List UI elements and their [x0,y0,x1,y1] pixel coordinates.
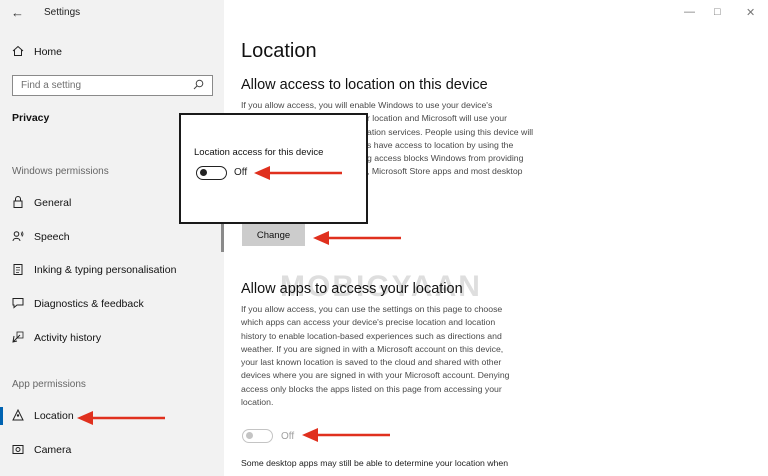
sidebar-item-label: Home [34,46,63,58]
device-location-toggle[interactable] [196,166,227,180]
sidebar-item-label: Activity history [34,332,102,344]
footer-text: Some desktop apps may still be able to d… [241,458,509,468]
popup-toggle-state: Off [234,167,248,178]
description-line: If you allow access, you will enable Win… [241,100,493,110]
sidebar-item-speech[interactable]: Speech [0,224,224,250]
sidebar-item-label: Diagnostics & feedback [34,298,144,310]
sidebar-item-label: Speech [34,231,70,243]
section-title: Privacy [12,112,50,124]
apps-section-description: If you allow access, you can use the set… [241,303,553,409]
description-line: weather. If you are signed in with a Mic… [241,343,504,354]
settings-window: ← Settings Home Find a setting Privacy W… [0,0,768,476]
toggle-knob [200,169,207,176]
lock-icon [0,195,34,211]
annotation-arrow-location-item [77,411,165,425]
sidebar-item-label: Camera [34,444,72,456]
description-line: If you allow access, you can use the set… [241,304,503,314]
toggle-knob [246,432,253,439]
apps-toggle-state: Off [281,431,295,442]
sidebar-item-diagnostics[interactable]: Diagnostics & feedback [0,291,224,317]
search-input[interactable]: Find a setting [12,75,213,96]
annotation-arrow-popup-toggle [254,166,342,180]
feedback-icon [0,297,34,312]
home-icon [0,45,34,60]
sidebar-item-label: General [34,197,72,209]
sidebar-item-inking-typing[interactable]: Inking & typing personalisation [0,257,224,283]
sidebar-item-label: Inking & typing personalisation [34,264,177,276]
back-arrow-icon[interactable]: ← [11,5,27,21]
sidebar: ← Settings Home Find a setting Privacy W… [0,0,224,476]
maximize-icon[interactable]: □ [714,6,721,18]
sidebar-item-label: Location [34,410,74,422]
speech-icon [0,230,34,245]
page-title: Location [241,40,317,62]
close-icon[interactable]: ✕ [746,6,755,19]
camera-icon [0,443,34,458]
sidebar-item-activity-history[interactable]: Activity history [0,325,224,351]
group-label-app-permissions: App permissions [12,379,86,390]
popup-title: Location access for this device [194,147,324,158]
description-line: your last known location is saved to the… [241,357,502,368]
clipboard-icon [0,263,34,278]
app-title: Settings [44,7,81,18]
sidebar-item-camera[interactable]: Camera [0,437,224,463]
change-button[interactable]: Change [242,224,305,246]
description-line: which apps can access your device's prec… [241,317,496,328]
search-icon [193,79,204,93]
minimize-icon[interactable]: — [684,6,695,18]
description-line: location. [241,397,274,408]
description-line: history to enable location-based experie… [241,330,502,341]
annotation-arrow-apps-toggle [302,428,390,442]
search-placeholder: Find a setting [21,80,82,91]
group-label-windows-permissions: Windows permissions [12,166,109,177]
annotation-arrow-change-button [313,231,401,245]
device-section-heading: Allow access to location on this device [241,77,488,93]
history-icon [0,331,34,346]
sidebar-item-home[interactable]: Home [0,39,224,65]
apps-location-toggle[interactable] [242,429,273,443]
location-icon [0,408,34,424]
apps-section-heading: Allow apps to access your location [241,281,463,297]
description-line: access only blocks the apps listed on th… [241,383,502,394]
description-line: devices where you are signed in with you… [241,370,510,381]
